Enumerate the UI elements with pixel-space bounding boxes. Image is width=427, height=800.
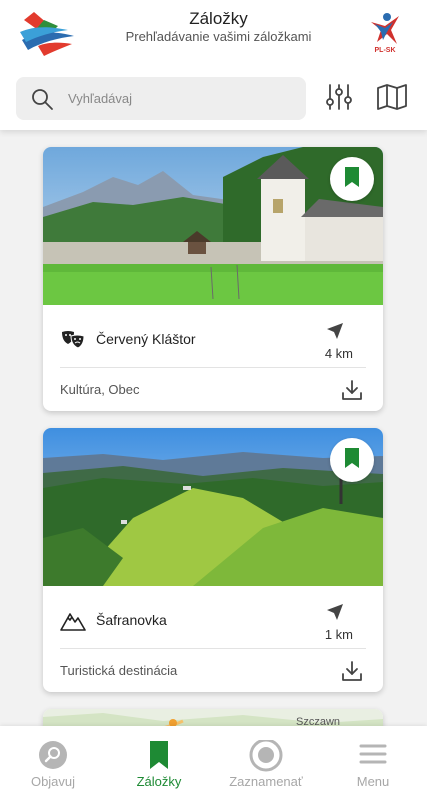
download-button[interactable]: [341, 660, 363, 682]
divider: [60, 367, 366, 368]
map-button[interactable]: [376, 82, 408, 116]
bookmark-toggle-button[interactable]: [330, 438, 374, 482]
place-card[interactable]: Červený Kláštor 4 km Kultúra, Obec: [43, 147, 383, 411]
tab-discover[interactable]: Objavuj: [0, 726, 106, 800]
place-name: Červený Kláštor: [96, 331, 196, 347]
navigation-arrow-icon: [326, 603, 344, 621]
card-info-row: Červený Kláštor 4 km: [60, 317, 366, 367]
place-tags: Kultúra, Obec: [60, 382, 140, 397]
bookmark-icon: [344, 166, 360, 193]
download-icon: [341, 661, 363, 686]
tab-label: Zaznamenať: [229, 774, 303, 789]
divider: [60, 648, 366, 649]
bookmark-toggle-button[interactable]: [330, 157, 374, 201]
mountain-icon: [60, 608, 86, 634]
navigation-arrow-icon: [326, 322, 344, 340]
app-logo: [18, 10, 78, 58]
bottom-tab-bar: Objavuj Záložky Zaznamenať Menu: [0, 726, 427, 800]
place-card[interactable]: Šafranovka 1 km Turistická destinácia: [43, 428, 383, 692]
search-input[interactable]: [68, 85, 294, 112]
filter-button[interactable]: [323, 82, 355, 116]
tab-bookmarks[interactable]: Záložky: [106, 726, 212, 800]
sliders-icon: [325, 82, 353, 117]
search-magnifier-icon: [38, 740, 68, 775]
tab-label: Objavuj: [30, 774, 76, 789]
place-distance: 4 km: [324, 346, 353, 361]
page-title: Záložky: [189, 9, 248, 28]
bookmark-icon: [149, 740, 169, 775]
download-button[interactable]: [341, 379, 363, 401]
map-place-label: Szczawn: [296, 716, 340, 726]
card-info-row: Šafranovka 1 km: [60, 598, 366, 648]
tab-label: Záložky: [136, 774, 182, 789]
place-tags: Turistická destinácia: [60, 663, 178, 678]
partner-logo-text: PL-SK: [374, 47, 396, 54]
tab-record[interactable]: Zaznamenať: [213, 726, 319, 800]
place-card[interactable]: Szczawn: [43, 709, 383, 726]
place-photo: [43, 428, 383, 586]
place-name: Šafranovka: [96, 612, 167, 628]
hamburger-icon: [359, 740, 387, 773]
map-icon: [376, 83, 408, 116]
search-bar[interactable]: [16, 77, 306, 120]
bookmark-icon: [344, 447, 360, 474]
partner-logo: PL-SK: [363, 10, 407, 58]
download-icon: [341, 380, 363, 405]
tab-label: Menu: [356, 774, 390, 789]
tab-menu[interactable]: Menu: [320, 726, 426, 800]
place-distance: 1 km: [324, 627, 353, 642]
app-header: Záložky Prehľadávanie vašimi záložkami P…: [0, 0, 427, 130]
bookmarks-list[interactable]: Červený Kláštor 4 km Kultúra, Obec Šafra…: [0, 130, 427, 726]
place-photo: [43, 147, 383, 305]
theater-masks-icon: [60, 327, 86, 353]
page-subtitle: Prehľadávanie vašimi záložkami: [125, 29, 312, 44]
search-icon: [30, 87, 54, 111]
